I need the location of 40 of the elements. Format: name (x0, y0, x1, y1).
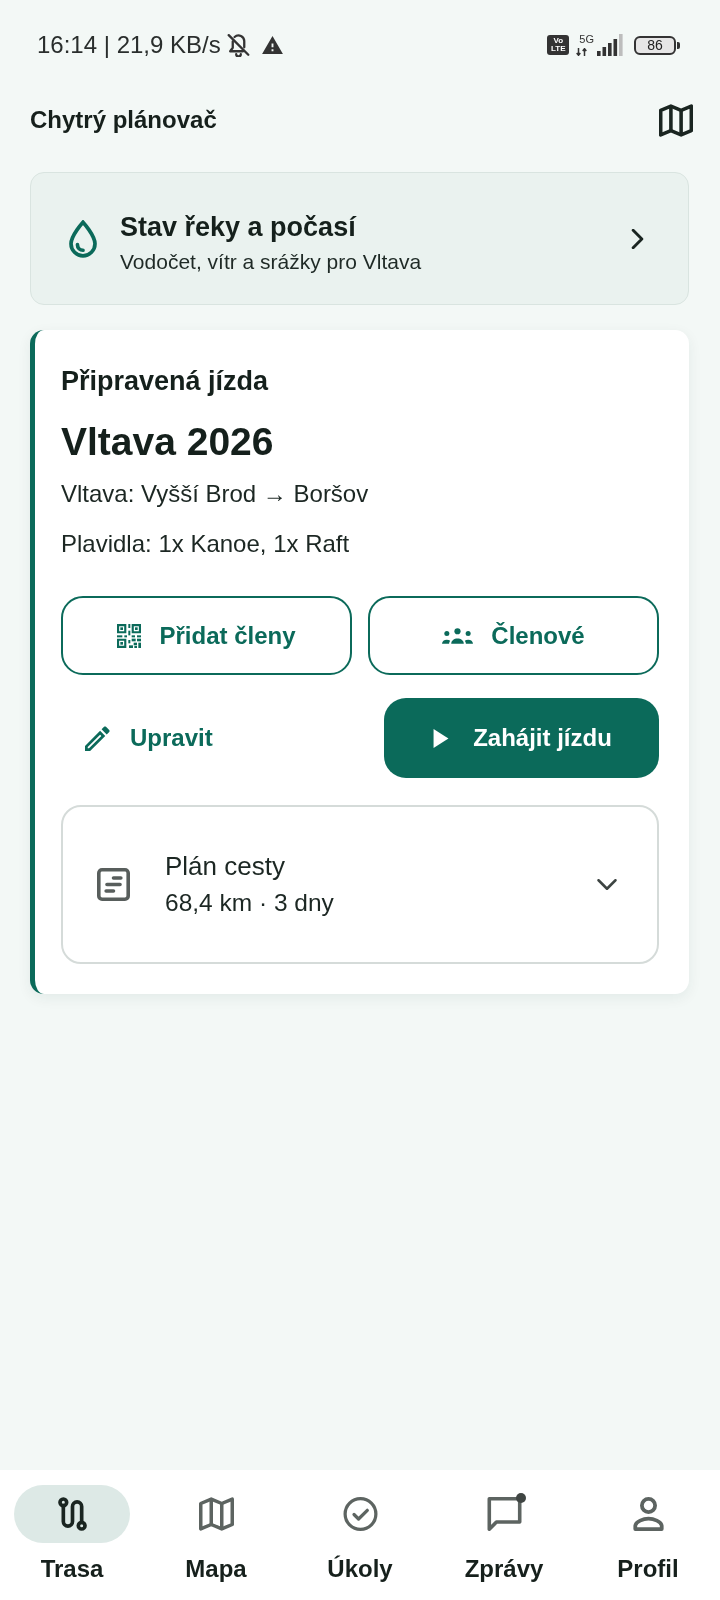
members-button[interactable]: Členové (368, 596, 659, 675)
nav-tab[interactable]: Úkoly (288, 1470, 432, 1600)
chat-bubble-icon (486, 1497, 522, 1531)
time-and-speed-text: 16:14 | 21,9 KB/s (37, 31, 221, 59)
drop-icon (68, 219, 98, 258)
edit-button[interactable]: Upravit (61, 698, 237, 778)
nav-tab[interactable]: Mapa (144, 1470, 288, 1600)
nav-tab[interactable]: Zprávy (432, 1470, 576, 1600)
chevron-right-icon (631, 228, 644, 249)
bell-off-icon (226, 33, 250, 57)
trip-boats: Plavidla: 1x Kanoe, 1x Raft (61, 529, 351, 559)
nav-tab[interactable]: Trasa (0, 1470, 144, 1600)
river-status-card[interactable]: Stav řeky a počasí Vodočet, vítr a srážky pro Vltava (30, 172, 689, 305)
nav-tab[interactable]: Profil (576, 1470, 720, 1600)
trip-title: Vltava 2026 (61, 419, 275, 465)
data-arrows-icon (576, 48, 588, 56)
add-members-button[interactable]: Přidat členy (61, 596, 352, 675)
trip-plan-panel[interactable]: Plán cesty 68,4 km · 3 dny (61, 805, 659, 964)
start-ride-button[interactable]: Zahájit jízdu (384, 698, 659, 778)
network-type-label: 5G (579, 34, 594, 45)
group-icon (442, 627, 474, 644)
qr-code-icon (117, 623, 142, 648)
check-circle-icon (342, 1497, 378, 1531)
pencil-icon (85, 725, 110, 751)
play-icon (433, 728, 450, 748)
plan-title: Plán cesty (165, 851, 286, 881)
notes-icon (97, 868, 130, 901)
trip-label: Připravená jízda (61, 365, 270, 397)
app-title: Chytrý plánovač (30, 106, 217, 134)
warning-icon (261, 36, 283, 54)
trip-route: Vltava: Vyšší Brod → Boršov (61, 479, 370, 509)
signal-bars-icon (597, 34, 623, 56)
person-icon (630, 1497, 666, 1531)
river-card-title: Stav řeky a počasí (120, 210, 358, 243)
volte-badge: Vo LTE (547, 35, 570, 55)
river-card-subtitle: Vodočet, vítr a srážky pro Vltava (120, 248, 422, 275)
plan-summary: 68,4 km · 3 dny (165, 888, 334, 918)
battery-indicator: 86 (634, 35, 680, 55)
map-icon[interactable] (659, 103, 693, 137)
map-icon (198, 1497, 234, 1531)
